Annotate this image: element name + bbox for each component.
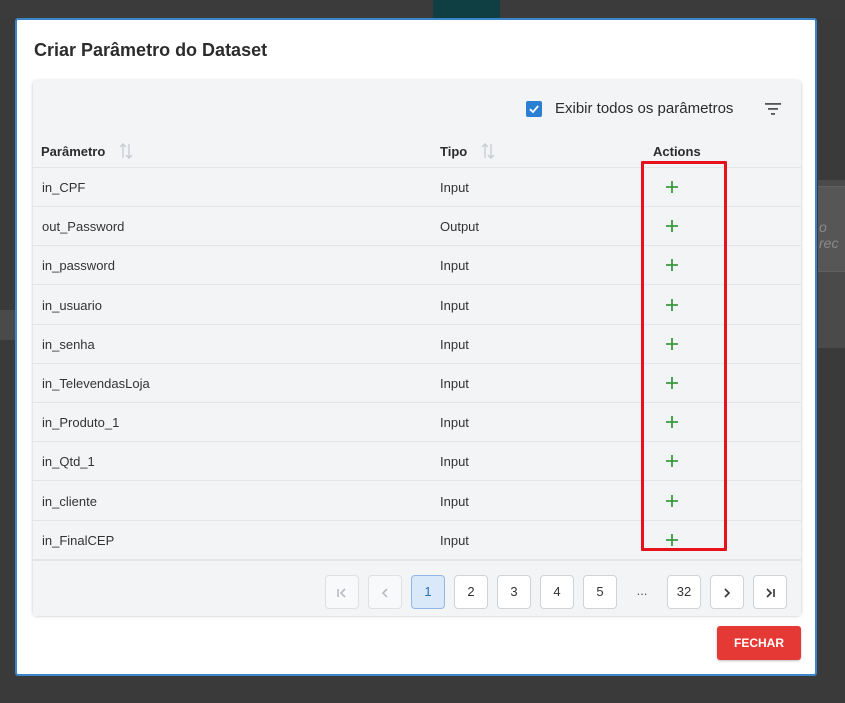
page-button[interactable]: 3 (497, 575, 531, 609)
parameter-name: in_senha (42, 336, 95, 352)
sort-icon[interactable] (481, 142, 495, 160)
background-tab (433, 0, 500, 18)
parameter-type: Input (440, 376, 469, 391)
check-icon (529, 105, 539, 114)
prev-page-button[interactable] (368, 575, 402, 609)
column-header-actions: Actions (653, 144, 701, 159)
last-page-button[interactable] (753, 575, 787, 609)
parameter-name: in_Produto_1 (42, 415, 120, 431)
page-button[interactable]: 4 (540, 575, 574, 609)
table-toolbar: Exibir todos os parâmetros (33, 80, 801, 136)
parameter-type: Input (440, 532, 469, 548)
filter-icon[interactable] (765, 103, 781, 115)
background-partial-text: o rec (819, 219, 839, 251)
column-header-parametro[interactable]: Parâmetro (41, 144, 105, 159)
chevron-left-icon (381, 587, 388, 598)
parameter-type: Output (440, 219, 480, 235)
parameter-name: in_Qtd_1 (42, 454, 95, 470)
create-parameter-modal: Criar Parâmetro do Dataset Exibir todos … (15, 18, 817, 676)
parameter-type: Input (440, 454, 469, 470)
show-all-checkbox[interactable] (526, 101, 542, 117)
pagination-ellipsis: ... (636, 583, 648, 598)
parameter-name: in_cliente (42, 493, 97, 509)
parameter-name: in_password (42, 258, 115, 274)
page-button[interactable]: 2 (454, 575, 488, 609)
sort-icon[interactable] (119, 142, 133, 160)
parameter-name: out_Password (42, 219, 125, 235)
chevron-right-icon (724, 587, 731, 598)
page-button[interactable]: 1 (411, 575, 445, 609)
page-button[interactable]: 5 (583, 575, 617, 609)
actions-column-highlight (641, 161, 727, 551)
first-page-button[interactable] (325, 575, 359, 609)
parameter-type: Input (440, 336, 469, 352)
parameter-name: in_FinalCEP (42, 532, 115, 548)
parameter-name: in_usuario (42, 297, 102, 313)
parameter-type: Input (440, 258, 469, 274)
parameters-table-card: Exibir todos os parâmetros Parâmetro Tip… (33, 80, 801, 616)
modal-title: Criar Parâmetro do Dataset (34, 40, 268, 60)
parameter-name: in_TelevendasLoja (42, 376, 150, 391)
show-all-label[interactable]: Exibir todos os parâmetros (555, 100, 733, 117)
first-page-icon (337, 587, 346, 598)
background-left-edge (0, 310, 16, 340)
parameter-type: Input (440, 415, 469, 431)
close-button[interactable]: FECHAR (717, 626, 801, 660)
last-page-icon (766, 587, 775, 598)
column-header-tipo[interactable]: Tipo (440, 144, 467, 159)
parameter-type: Input (440, 297, 469, 313)
next-page-button[interactable] (710, 575, 744, 609)
parameter-name: in_CPF (42, 180, 86, 195)
background-bar (0, 0, 845, 18)
parameter-type: Input (440, 180, 469, 195)
parameter-type: Input (440, 493, 469, 509)
last-page-number-button[interactable]: 32 (667, 575, 701, 609)
